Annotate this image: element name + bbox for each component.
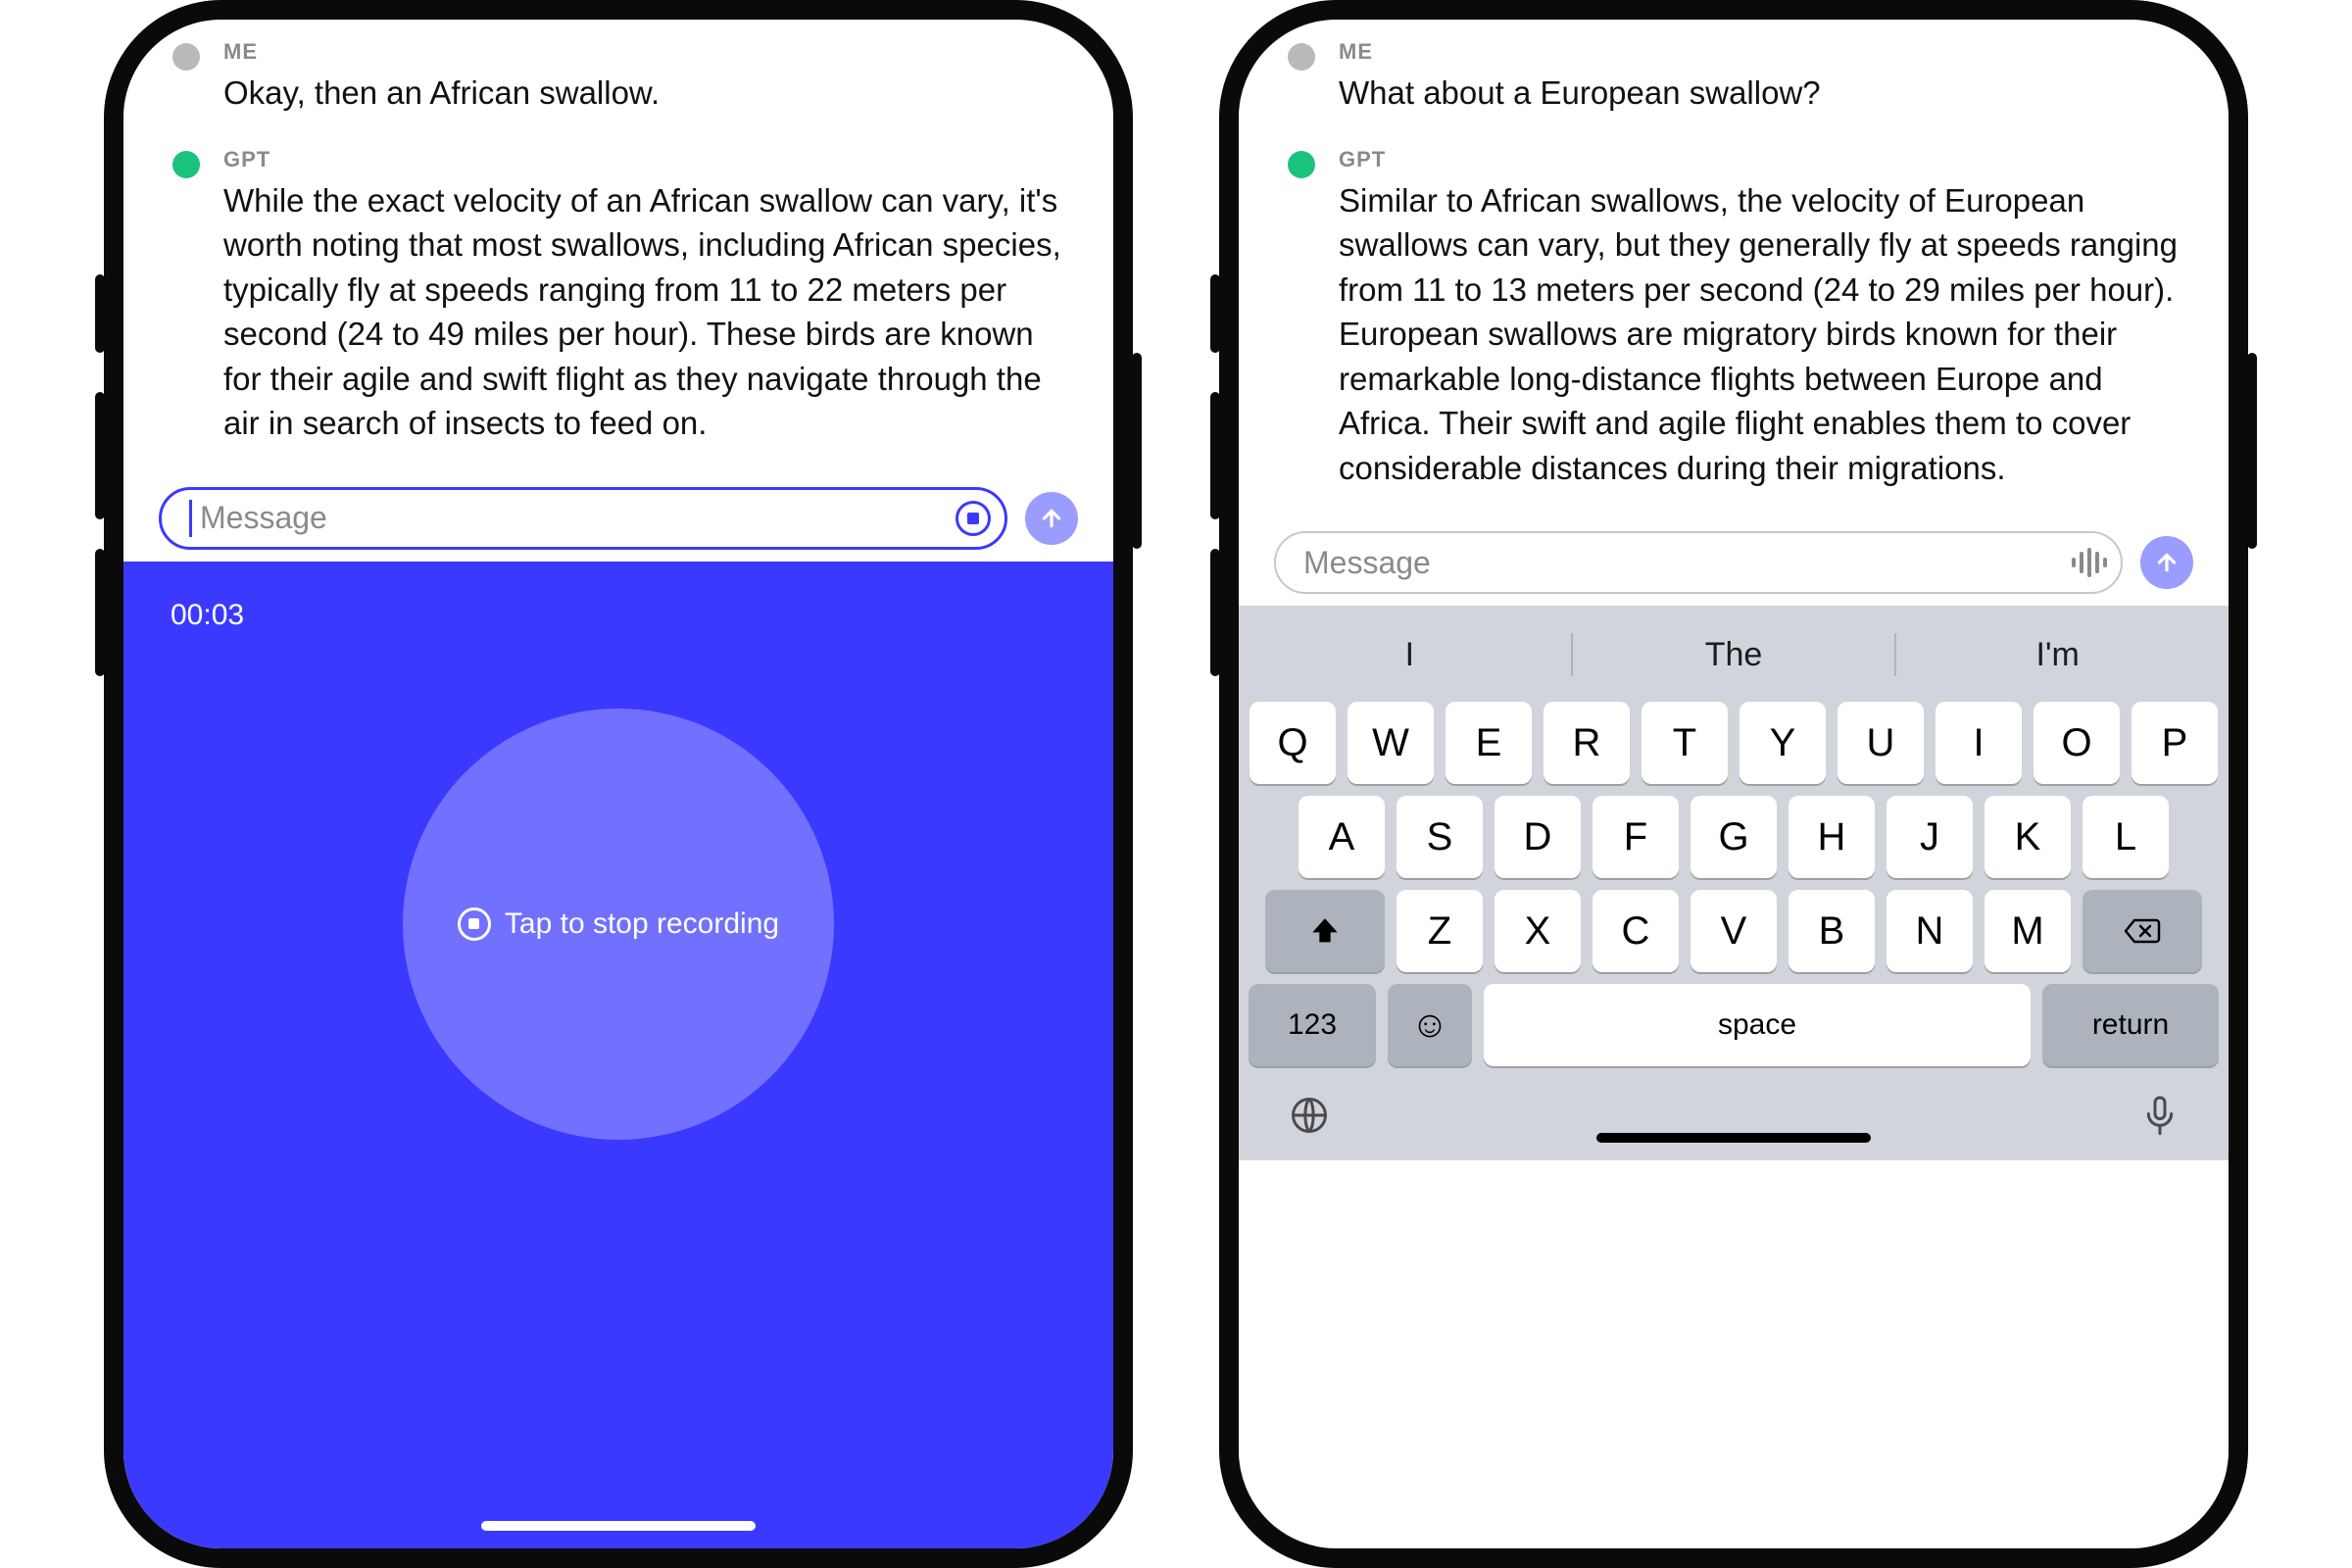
message-text: Okay, then an African swallow. (223, 71, 1064, 116)
power-button (2247, 353, 2257, 549)
send-button[interactable] (1025, 492, 1078, 545)
key-i[interactable]: I (1936, 702, 2022, 784)
message-text: While the exact velocity of an African s… (223, 178, 1064, 446)
key-z[interactable]: Z (1396, 890, 1483, 972)
key-o[interactable]: O (2034, 702, 2120, 784)
avatar-gpt (1288, 151, 1315, 178)
prediction[interactable]: I'm (1896, 636, 2219, 674)
placeholder-text: Message (1303, 545, 1431, 581)
arrow-up-icon (2154, 550, 2180, 575)
key-l[interactable]: L (2082, 796, 2169, 878)
key-emoji[interactable]: ☺ (1388, 984, 1472, 1066)
key-y[interactable]: Y (1740, 702, 1826, 784)
key-n[interactable]: N (1886, 890, 1973, 972)
role-label: ME (223, 39, 1064, 65)
key-j[interactable]: J (1886, 796, 1973, 878)
key-g[interactable]: G (1690, 796, 1777, 878)
arrow-up-icon (1039, 506, 1064, 531)
key-d[interactable]: D (1494, 796, 1581, 878)
key-m[interactable]: M (1984, 890, 2071, 972)
message-gpt: GPT Similar to African swallows, the vel… (1288, 147, 2180, 491)
message-me: ME What about a European swallow? (1288, 39, 2180, 116)
message-text: Similar to African swallows, the velocit… (1339, 178, 2180, 491)
key-k[interactable]: K (1984, 796, 2071, 878)
key-r[interactable]: R (1544, 702, 1630, 784)
backspace-icon (2123, 916, 2162, 946)
role-label: ME (1339, 39, 2180, 65)
key-e[interactable]: E (1446, 702, 1532, 784)
key-u[interactable]: U (1838, 702, 1924, 784)
key-f[interactable]: F (1592, 796, 1679, 878)
key-w[interactable]: W (1348, 702, 1434, 784)
dictation-button[interactable] (2140, 1094, 2180, 1141)
text-cursor (189, 500, 192, 537)
key-x[interactable]: X (1494, 890, 1581, 972)
key-b[interactable]: B (1788, 890, 1875, 972)
avatar-me (1288, 43, 1315, 71)
microphone-icon (2140, 1094, 2180, 1141)
globe-button[interactable] (1288, 1094, 1331, 1141)
globe-icon (1288, 1094, 1331, 1137)
emoji-icon: ☺ (1411, 1004, 1449, 1047)
chat-scroll[interactable]: ME Okay, then an African swallow. GPT Wh… (123, 20, 1113, 487)
message-input[interactable]: Message (159, 487, 1007, 550)
key-backspace[interactable] (2082, 890, 2202, 972)
key-h[interactable]: H (1788, 796, 1875, 878)
stop-recording-button[interactable]: Tap to stop recording (403, 709, 834, 1140)
message-text: What about a European swallow? (1339, 71, 2180, 116)
role-label: GPT (1339, 147, 2180, 172)
placeholder-text: Message (200, 500, 327, 536)
stop-recording-label: Tap to stop recording (505, 907, 779, 941)
phone-right: ME What about a European swallow? GPT Si… (1219, 0, 2248, 1568)
key-shift[interactable] (1265, 890, 1385, 972)
key-q[interactable]: Q (1250, 702, 1336, 784)
recording-panel[interactable]: 00:03 Tap to stop recording (123, 562, 1113, 1548)
chat-scroll[interactable]: ME What about a European swallow? GPT Si… (1239, 20, 2229, 531)
stop-icon (458, 907, 491, 941)
prediction-bar: I The I'm (1249, 619, 2219, 690)
role-label: GPT (223, 147, 1064, 172)
key-t[interactable]: T (1642, 702, 1728, 784)
phone-left: ME Okay, then an African swallow. GPT Wh… (104, 0, 1133, 1568)
recording-timer: 00:03 (171, 599, 244, 632)
message-me: ME Okay, then an African swallow. (172, 39, 1064, 116)
key-return[interactable]: return (2042, 984, 2219, 1066)
shift-icon (1308, 914, 1342, 948)
prediction[interactable]: The (1573, 636, 1895, 674)
power-button (1132, 353, 1142, 549)
waveform-icon[interactable] (2072, 545, 2107, 580)
message-gpt: GPT While the exact velocity of an Afric… (172, 147, 1064, 446)
stop-recording-icon[interactable] (956, 501, 991, 536)
key-numeric[interactable]: 123 (1249, 984, 1376, 1066)
key-a[interactable]: A (1298, 796, 1385, 878)
prediction[interactable]: I (1249, 636, 1571, 674)
key-c[interactable]: C (1592, 890, 1679, 972)
keyboard[interactable]: I The I'm Q W E R T Y U I O P (1239, 606, 2229, 1160)
key-space[interactable]: space (1484, 984, 2031, 1066)
key-p[interactable]: P (2132, 702, 2218, 784)
home-indicator[interactable] (481, 1521, 756, 1531)
key-v[interactable]: V (1690, 890, 1777, 972)
send-button[interactable] (2140, 536, 2193, 589)
avatar-me (172, 43, 200, 71)
avatar-gpt (172, 151, 200, 178)
message-input[interactable]: Message (1274, 531, 2123, 594)
key-s[interactable]: S (1396, 796, 1483, 878)
home-indicator[interactable] (1596, 1133, 1871, 1143)
